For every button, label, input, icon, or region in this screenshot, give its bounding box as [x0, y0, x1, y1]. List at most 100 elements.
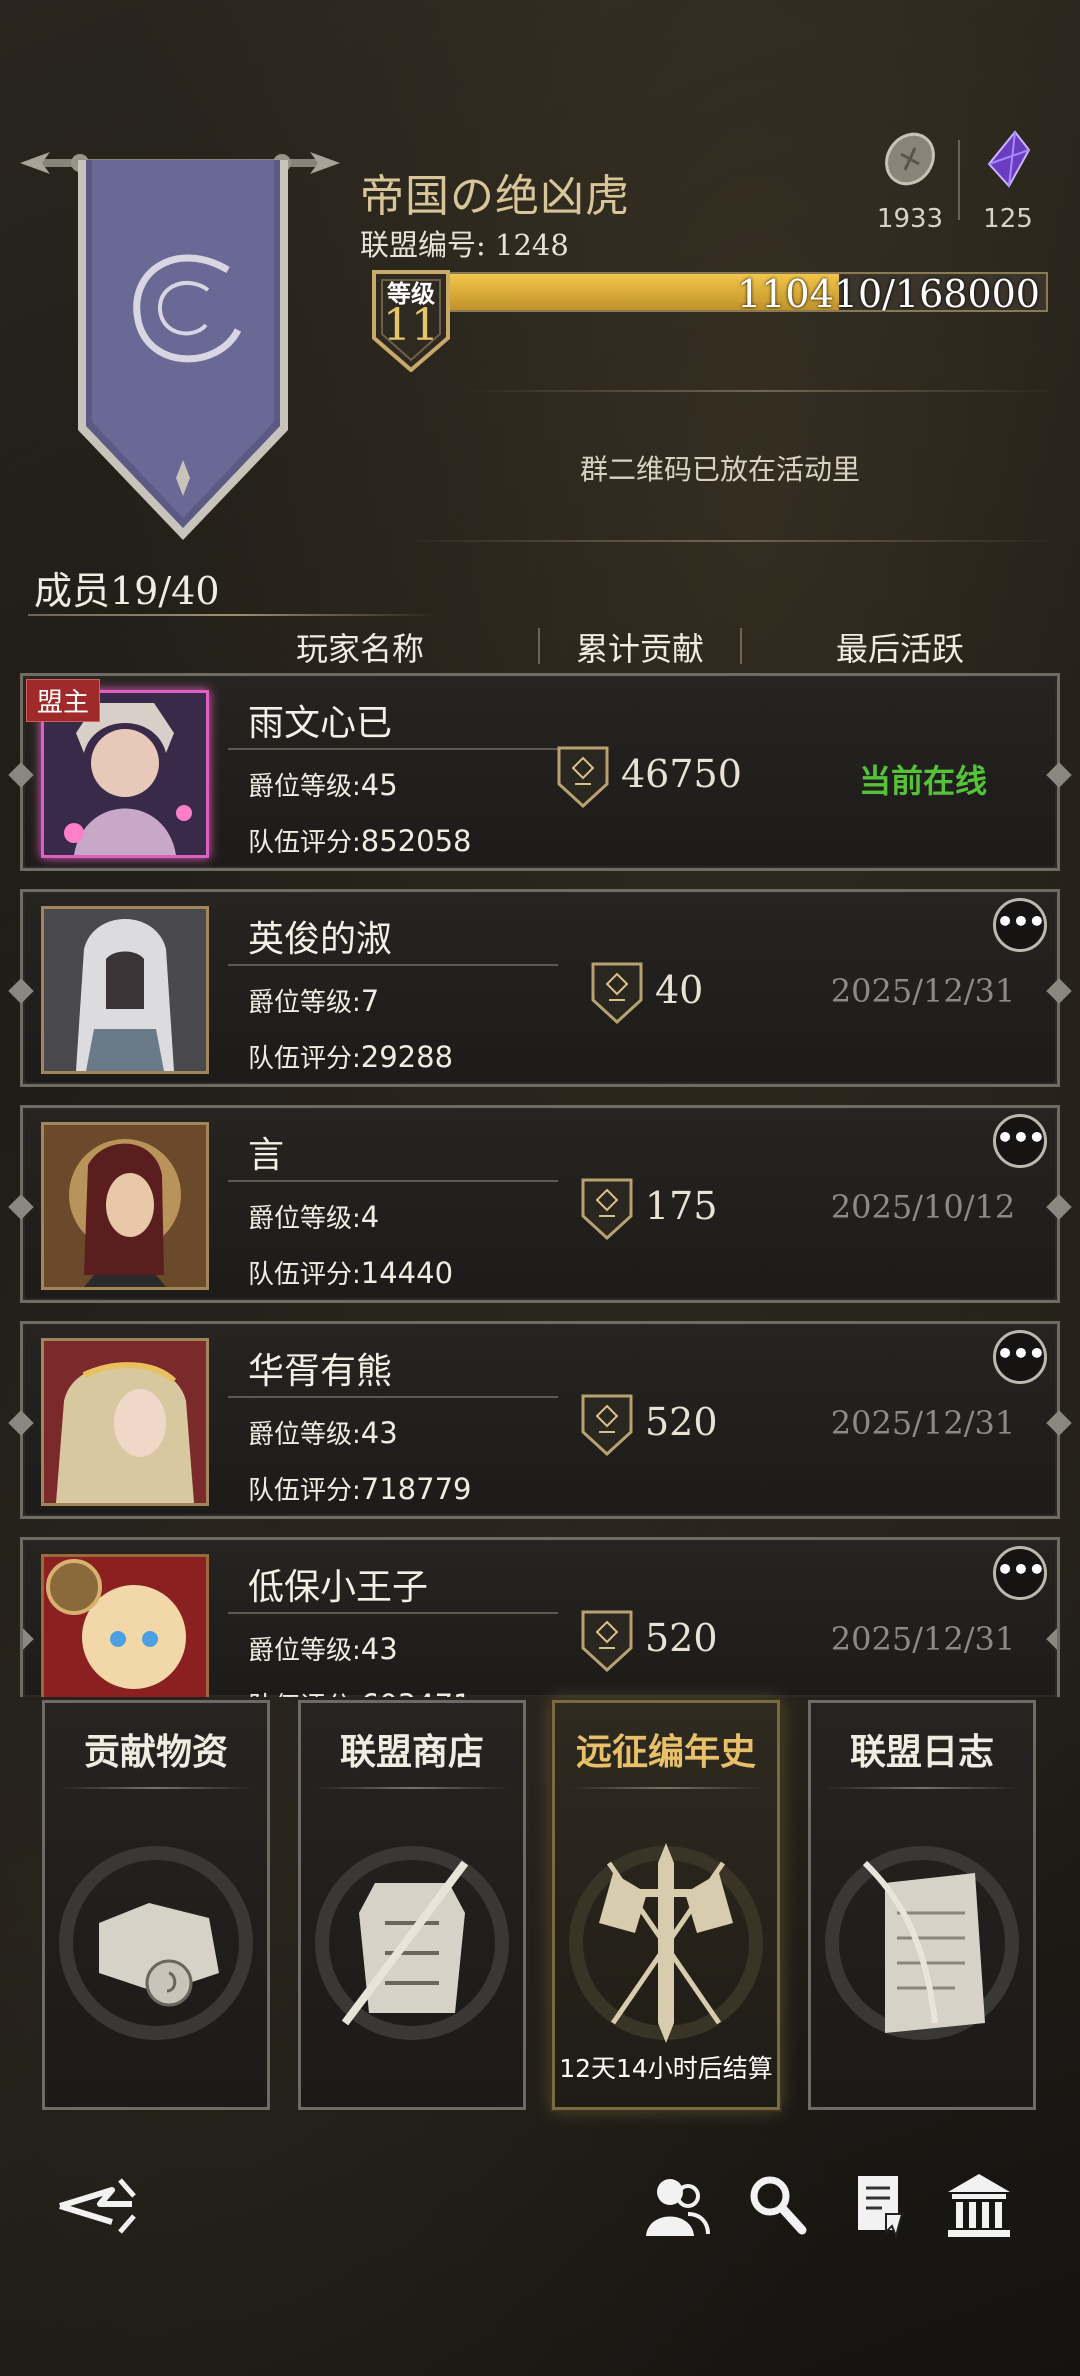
avatar[interactable]	[41, 1122, 209, 1290]
score-label: 队伍评分:	[248, 1692, 361, 1697]
purple-crystal-icon	[987, 130, 1031, 188]
contribution-value: 40	[655, 968, 704, 1012]
rank-label: 爵位等级:	[248, 1204, 361, 1234]
member-row[interactable]: 低保小王子 爵位等级:43 队伍评分:603471 520 2025/12/31…	[20, 1537, 1060, 1697]
card-title: 联盟商店	[339, 1732, 484, 1773]
more-options-button[interactable]: •••	[993, 898, 1047, 952]
divider	[569, 1787, 763, 1789]
rank-value: 43	[360, 1632, 398, 1666]
more-options-button[interactable]: •••	[993, 1546, 1047, 1600]
score-value: 852058	[360, 824, 472, 858]
column-separator	[740, 628, 742, 664]
score-label: 队伍评分:	[248, 1476, 361, 1506]
contribution-value: 175	[645, 1184, 718, 1228]
last-active: 当前在线	[858, 762, 987, 800]
card-title: 贡献物资	[83, 1732, 228, 1773]
alliance-banner[interactable]	[78, 160, 288, 540]
contribution-icon	[581, 1610, 633, 1672]
members-icon[interactable]	[642, 2170, 712, 2240]
row-ornament	[8, 1410, 34, 1436]
alliance-log-button[interactable]: 联盟日志	[808, 1700, 1036, 2110]
avatar[interactable]	[41, 1338, 209, 1506]
member-row[interactable]: 盟主 雨文心已 爵位等级:45 队伍评分:852058 46750 当前在线	[8, 673, 1072, 871]
alliance-id: 联盟编号: 1248	[360, 222, 569, 264]
player-rank: 爵位等级:45	[248, 766, 398, 803]
crystal-value: 125	[983, 204, 1033, 234]
divider	[228, 964, 558, 966]
player-name: 言	[248, 1135, 285, 1176]
contribution-icon	[581, 1394, 633, 1456]
player-score: 队伍评分:29288	[248, 1038, 453, 1075]
avatar-portrait	[44, 1341, 206, 1503]
alliance-shop-button[interactable]: 联盟商店	[298, 1700, 526, 2110]
rank-value: 43	[360, 1416, 398, 1450]
score-label: 队伍评分:	[248, 828, 361, 858]
divider	[228, 1396, 558, 1398]
player-score: 队伍评分:718779	[248, 1470, 471, 1507]
divider	[825, 1787, 1019, 1789]
divider	[228, 1612, 558, 1614]
alliance-hall-icon[interactable]	[944, 2170, 1014, 2240]
avatar-portrait	[44, 1125, 206, 1287]
player-name: 英俊的淑	[248, 919, 393, 960]
contribution-value: 46750	[621, 752, 742, 796]
contribution-icon	[581, 1178, 633, 1240]
alliance-xp-bar: 110410/168000	[440, 272, 1048, 316]
rank-value: 4	[360, 1200, 380, 1234]
member-count: 成员19/40	[34, 569, 220, 613]
player-rank: 爵位等级:43	[248, 1414, 398, 1451]
avatar[interactable]	[41, 1554, 209, 1697]
score-value: 29288	[360, 1040, 454, 1074]
avatar[interactable]	[41, 906, 209, 1074]
member-row[interactable]: 华胥有熊 爵位等级:43 队伍评分:718779 520 2025/12/31 …	[8, 1321, 1072, 1519]
rank-label: 爵位等级:	[248, 1636, 361, 1666]
level-number: 11	[383, 300, 439, 351]
divider	[460, 390, 1060, 392]
card-title: 联盟日志	[849, 1732, 994, 1773]
last-active: 2025/12/31	[830, 1404, 1016, 1442]
contribute-supplies-button[interactable]: 贡献物资	[42, 1700, 270, 2110]
divider	[28, 614, 438, 616]
column-header-contribution: 累计贡献	[575, 630, 704, 668]
player-name: 华胥有熊	[248, 1351, 393, 1392]
player-name: 雨文心已	[248, 703, 393, 744]
player-score: 队伍评分:852058	[248, 822, 471, 859]
score-label: 队伍评分:	[248, 1044, 361, 1074]
row-ornament	[23, 1626, 34, 1652]
avatar-portrait	[44, 1557, 206, 1697]
silver-coin-icon	[885, 132, 935, 186]
column-header-last-active: 最后活跃	[835, 630, 964, 668]
xp-text: 110410/168000	[737, 272, 1040, 316]
settlement-countdown: 12天14小时后结算	[559, 2054, 773, 2083]
silver-value: 1933	[876, 204, 944, 234]
divider	[315, 1787, 509, 1789]
resource-silver[interactable]: 1933	[860, 130, 960, 234]
notice-board-icon[interactable]	[846, 2170, 916, 2240]
contribution-value: 520	[645, 1400, 718, 1444]
score-value: 14440	[360, 1256, 454, 1290]
more-options-button[interactable]: •••	[993, 1114, 1047, 1168]
search-icon[interactable]	[742, 2170, 812, 2240]
player-rank: 爵位等级:4	[248, 1198, 379, 1235]
rank-value: 7	[360, 984, 380, 1018]
player-name: 低保小王子	[248, 1567, 429, 1608]
alliance-id-value: 1248	[495, 228, 569, 262]
player-score: 队伍评分:603471	[248, 1686, 471, 1697]
last-active: 2025/10/12	[830, 1188, 1016, 1226]
back-arrow-icon[interactable]	[52, 2170, 142, 2240]
player-rank: 爵位等级:7	[248, 982, 379, 1019]
avatar-portrait	[44, 909, 206, 1071]
last-active: 2025/12/31	[830, 972, 1016, 1010]
member-row[interactable]: 言 爵位等级:4 队伍评分:14440 175 2025/10/12 •••	[8, 1105, 1072, 1303]
divider	[228, 748, 558, 750]
expedition-chronicle-button[interactable]: 远征编年史 12天14小时后结算	[552, 1700, 780, 2110]
score-value: 603471	[361, 1688, 472, 1697]
member-row[interactable]: 英俊的淑 爵位等级:7 队伍评分:29288 40 2025/12/31 •••	[8, 889, 1072, 1087]
more-options-button[interactable]: •••	[993, 1330, 1047, 1384]
rank-label: 爵位等级:	[248, 1420, 361, 1450]
resource-crystal[interactable]: 125	[958, 130, 1058, 234]
contribution-value: 520	[645, 1616, 718, 1660]
leader-tag: 盟主	[26, 679, 101, 722]
divider	[59, 1787, 253, 1789]
score-value: 718779	[360, 1472, 472, 1506]
